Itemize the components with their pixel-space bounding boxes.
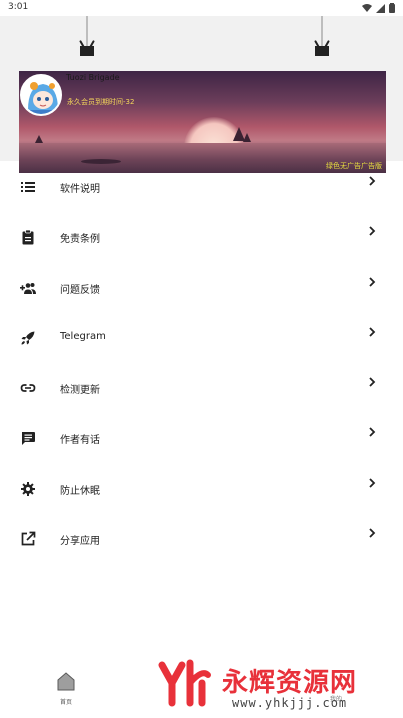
- menu-item-label: 分享应用: [60, 536, 100, 548]
- gear-icon: [21, 481, 35, 496]
- menu-item-label: 问题反馈: [60, 284, 100, 296]
- clipboard-icon: [22, 229, 34, 245]
- tree-shape: [243, 133, 251, 142]
- wifi-icon: [362, 3, 372, 12]
- anime-avatar-icon: [22, 76, 60, 114]
- menu-item-label: 软件说明: [60, 184, 100, 195]
- menu-item-feedback[interactable]: 问题反馈: [0, 263, 403, 313]
- chevron-right-icon: [369, 176, 376, 186]
- membership-status: 永久会员到期时间-32: [67, 98, 135, 106]
- chevron-right-icon: [369, 427, 376, 438]
- menu-item-telegram[interactable]: Telegram: [0, 313, 403, 363]
- home-icon: [57, 672, 75, 691]
- menu-item-software-info[interactable]: 软件说明: [0, 162, 403, 212]
- signal-icon: [376, 3, 385, 13]
- chevron-right-icon: [369, 377, 376, 387]
- watermark-text: 永辉资源网: [222, 668, 358, 698]
- battery-icon: [389, 3, 395, 13]
- open-external-icon: [21, 531, 36, 546]
- menu-item-label: 检测更新: [60, 385, 100, 397]
- banner-title: Tuozi Brigade: [66, 73, 120, 82]
- menu-item-prevent-sleep[interactable]: 防止休眠: [0, 464, 403, 514]
- status-time: 3:01: [8, 2, 29, 12]
- menu-item-label: Telegram: [60, 330, 106, 342]
- small-tree-shape: [35, 135, 43, 143]
- status-icons: [362, 3, 395, 13]
- chevron-right-icon: [369, 528, 376, 538]
- nav-home-label: 首页: [59, 699, 72, 706]
- nav-home[interactable]: 首页: [54, 670, 78, 706]
- drawer-header: Tuozi Brigade 永久会员到期时间-32 绿色无广告广告版: [0, 16, 403, 173]
- avatar[interactable]: [20, 74, 62, 116]
- binder-clip-right: [313, 16, 331, 61]
- chevron-right-icon: [369, 327, 376, 337]
- chevron-right-icon: [369, 226, 376, 236]
- menu-item-author-notes[interactable]: 作者有话: [0, 413, 403, 463]
- chevron-right-icon: [369, 276, 376, 287]
- menu-item-share-app[interactable]: 分享应用: [0, 514, 403, 564]
- profile-banner[interactable]: Tuozi Brigade 永久会员到期时间-32 绿色无广告广告版: [19, 71, 386, 173]
- list-icon: [21, 182, 35, 192]
- chevron-right-icon: [369, 478, 376, 488]
- menu-item-label: 免责条例: [60, 234, 100, 246]
- drawer-menu: 软件说明 免责条例 问题反馈 Telegram 检测更新 作者有话 防止休眠 分…: [0, 162, 403, 564]
- menu-item-disclaimer[interactable]: 免责条例: [0, 212, 403, 262]
- status-bar: 3:01: [0, 0, 403, 16]
- watermark-logo-icon: [158, 659, 211, 707]
- group-add-icon: [20, 282, 36, 294]
- menu-item-check-update[interactable]: 检测更新: [0, 363, 403, 413]
- menu-item-label: 作者有话: [60, 435, 100, 447]
- link-icon: [20, 384, 36, 393]
- menu-item-label: 防止休眠: [60, 485, 100, 497]
- rocket-icon: [21, 331, 35, 345]
- watermark-url: www.yhkjjj.com: [232, 696, 348, 710]
- message-icon: [22, 432, 35, 446]
- binder-clip-left: [78, 16, 96, 61]
